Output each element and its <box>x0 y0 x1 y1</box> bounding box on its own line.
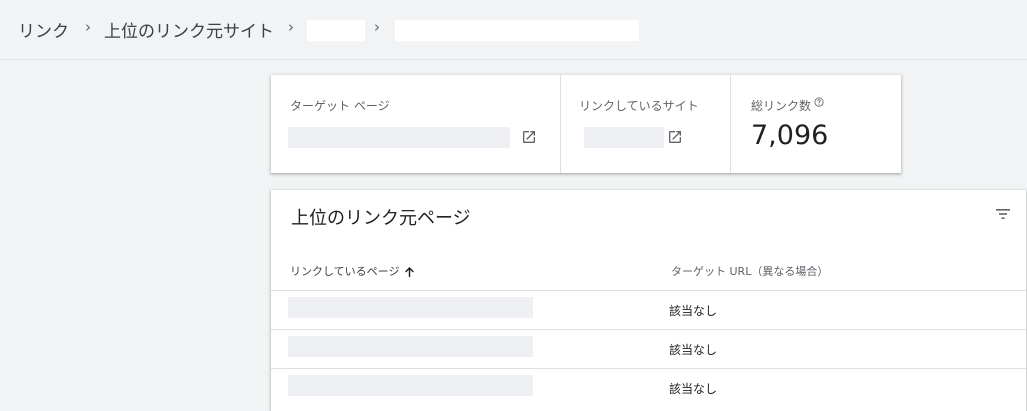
card-title: 上位のリンク元ページ <box>291 208 471 229</box>
breadcrumb-separator: › <box>288 18 294 36</box>
top-linking-pages-card: 上位のリンク元ページ リンクしているページ ターゲット URL（異なる場合） 該… <box>271 190 1026 411</box>
help-icon[interactable] <box>814 97 824 107</box>
total-links-value: 7,096 <box>751 120 829 151</box>
target-url-cell: 該当なし <box>669 343 718 357</box>
open-in-new-icon[interactable] <box>521 129 537 145</box>
total-links-label: 総リンク数 <box>751 99 812 113</box>
linking-site-domain <box>584 127 664 148</box>
open-in-new-icon[interactable] <box>667 129 683 145</box>
summary-card: ターゲット ページ リンクしているサイト 総リンク数 7,096 <box>271 75 901 173</box>
target-page-label: ターゲット ページ <box>290 99 390 113</box>
cell-divider <box>560 75 561 173</box>
column-header-target-url: ターゲット URL（異なる場合） <box>671 265 829 278</box>
target-page-url <box>288 127 510 148</box>
breadcrumb-separator: › <box>374 18 380 36</box>
table-row[interactable]: 該当なし <box>271 290 1026 329</box>
breadcrumb-item-site[interactable] <box>307 20 365 41</box>
filter-icon[interactable] <box>996 208 1010 220</box>
breadcrumb-item-page[interactable] <box>395 20 639 41</box>
target-url-cell: 該当なし <box>669 304 718 318</box>
column-header-linking-page[interactable]: リンクしているページ <box>290 263 415 279</box>
breadcrumb: リンク › 上位のリンク元サイト › › <box>0 0 1027 60</box>
linking-page-url[interactable] <box>288 336 533 357</box>
breadcrumb-item-top-linking-sites[interactable]: 上位のリンク元サイト <box>104 17 274 42</box>
linking-page-url[interactable] <box>288 375 533 396</box>
column-header-linking-page-label: リンクしているページ <box>290 265 400 278</box>
breadcrumb-item-links[interactable]: リンク <box>18 17 69 42</box>
breadcrumb-separator: › <box>85 18 91 36</box>
linking-sites-label: リンクしているサイト <box>579 99 699 113</box>
table-row[interactable]: 該当なし <box>271 329 1026 368</box>
table-row[interactable]: 該当なし <box>271 368 1026 407</box>
sort-ascending-icon <box>405 267 415 277</box>
cell-divider <box>730 75 731 173</box>
target-url-cell: 該当なし <box>669 382 718 396</box>
linking-page-url[interactable] <box>288 297 533 318</box>
